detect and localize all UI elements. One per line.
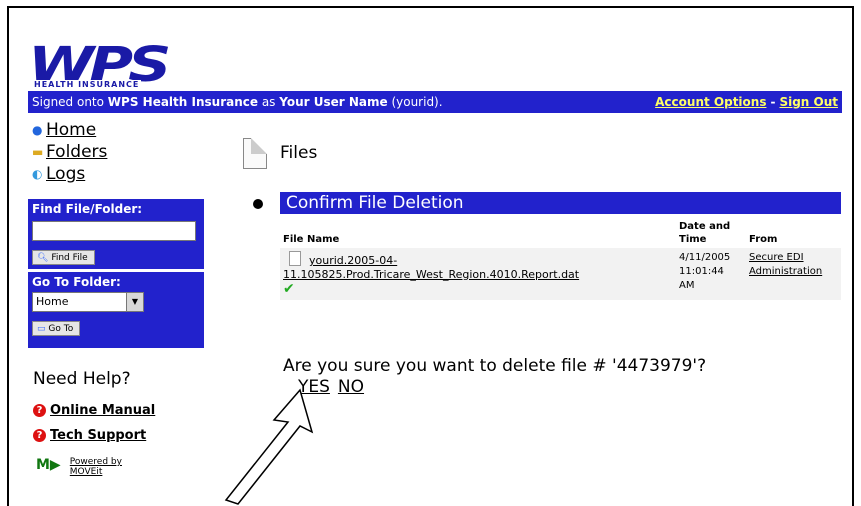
document-icon [289, 251, 301, 266]
wps-logo: WPS HEALTH INSURANCE [28, 41, 218, 90]
search-icon: 🔍︎ [37, 252, 49, 263]
page-title: Files [280, 143, 318, 163]
delete-question: Are you sure you want to delete file # '… [283, 356, 707, 376]
col-file-name: File Name [283, 234, 340, 245]
go-to-button[interactable]: ▭ Go To [32, 321, 81, 336]
account-links: Account Options - Sign Out [655, 91, 838, 113]
online-manual-link[interactable]: Online Manual [50, 403, 155, 418]
nav-logs-link[interactable]: Logs [46, 164, 85, 184]
file-icon [243, 138, 267, 169]
signed-in-text: Signed onto WPS Health Insurance as Your… [32, 95, 443, 109]
find-file-label: Find File [51, 252, 88, 263]
logo-subtitle: HEALTH INSURANCE [32, 80, 142, 89]
nav-folders-link[interactable]: Folders [46, 142, 107, 162]
bullet [253, 199, 263, 209]
question-icon: ? [33, 429, 46, 442]
folder-select[interactable]: Home ▼ [32, 292, 144, 312]
table-row: yourid.2005-04- 11.105825.Prod.Tricare_W… [280, 248, 841, 300]
from-link[interactable]: Secure EDI [749, 252, 804, 263]
question-icon: ? [33, 404, 46, 417]
table-header-row: File Name Date and Time From [280, 218, 841, 248]
date-cell: 4/11/2005 11:01:44 AM [676, 248, 746, 300]
from-link-cont[interactable]: Administration [749, 266, 822, 277]
folder-select-value: Home [36, 295, 69, 308]
nav-item-folders[interactable]: ▬ Folders [32, 142, 212, 164]
nav-item-home[interactable]: ● Home [32, 120, 212, 142]
help-item-manual[interactable]: ? Online Manual [33, 403, 155, 418]
folder-go-icon: ▭ [37, 324, 46, 334]
find-file-button[interactable]: 🔍︎ Find File [32, 249, 95, 265]
logs-icon: ◐ [32, 167, 43, 181]
file-name-cell: yourid.2005-04- 11.105825.Prod.Tricare_W… [280, 248, 676, 300]
sign-out-link[interactable]: Sign Out [779, 95, 838, 109]
tech-support-link[interactable]: Tech Support [50, 428, 146, 443]
checkmark-icon: ✔ [283, 281, 295, 297]
col-date-time: Date and Time [679, 221, 731, 245]
file-name-link[interactable]: yourid.2005-04- [309, 254, 397, 267]
find-panel: Find File/Folder: 🔍︎ Find File [28, 199, 204, 269]
account-options-link[interactable]: Account Options [655, 95, 766, 109]
help-item-support[interactable]: ? Tech Support [33, 428, 146, 443]
powered-by[interactable]: M▶ Powered by MOVEit [36, 457, 122, 477]
goto-title: Go To Folder: [32, 275, 121, 289]
folder-icon: ▬ [32, 145, 44, 159]
find-input[interactable] [32, 220, 196, 241]
go-to-label: Go To [48, 324, 74, 334]
nav-item-logs[interactable]: ◐ Logs [32, 164, 212, 186]
find-title: Find File/Folder: [32, 202, 143, 216]
main-nav: ● Home ▬ Folders ◐ Logs [32, 120, 212, 186]
moveit-logo-icon: M▶ [36, 457, 61, 473]
chevron-down-icon[interactable]: ▼ [126, 293, 143, 311]
help-title: Need Help? [33, 369, 131, 389]
status-bar: Signed onto WPS Health Insurance as Your… [28, 91, 842, 113]
pointer-arrow-icon [224, 388, 314, 505]
col-from: From [749, 234, 778, 245]
nav-home-link[interactable]: Home [46, 120, 96, 140]
goto-panel: Go To Folder: Home ▼ ▭ Go To [28, 272, 204, 348]
globe-icon: ● [32, 123, 43, 137]
file-name-link-cont[interactable]: 11.105825.Prod.Tricare_West_Region.4010.… [283, 268, 579, 281]
from-cell: Secure EDI Administration [746, 248, 841, 300]
link-separator: - [770, 95, 776, 109]
confirm-header: Confirm File Deletion [280, 192, 841, 214]
powered-by-text[interactable]: Powered by MOVEit [70, 457, 122, 477]
file-table: File Name Date and Time From yourid.2005… [280, 218, 841, 300]
